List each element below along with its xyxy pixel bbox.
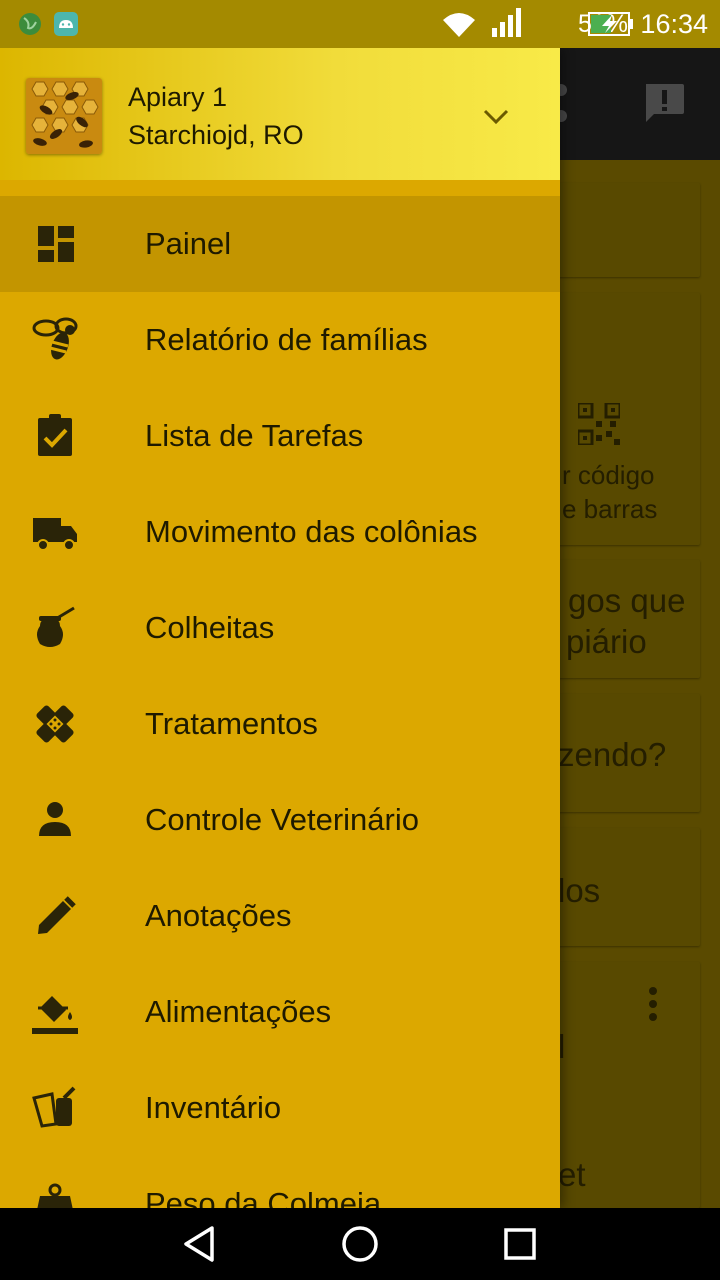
menu-item-alimentacoes[interactable]: Alimentações (0, 964, 560, 1060)
menu-item-anotacoes[interactable]: Anotações (0, 868, 560, 964)
bandage-icon (36, 705, 74, 743)
menu-item-label: Inventário (145, 1090, 282, 1125)
menu-item-inventario[interactable]: Inventário (0, 1060, 560, 1156)
smoker-icon (32, 1086, 76, 1128)
menu-item-label: Relatório de famílias (145, 322, 428, 357)
menu-item-painel[interactable]: Painel (0, 196, 560, 292)
apiary-avatar[interactable] (26, 78, 102, 154)
apiary-location: Starchiojd, RO (128, 120, 304, 150)
navigation-drawer: Apiary 1 Starchiojd, RO Painel Relatório… (0, 48, 560, 1208)
honey-pot-icon (37, 606, 75, 647)
battery-charging-icon (588, 12, 633, 36)
menu-item-colheitas[interactable]: Colheitas (0, 580, 560, 676)
clipboard-check-icon (38, 414, 72, 456)
drawer-header[interactable]: Apiary 1 Starchiojd, RO (0, 48, 560, 180)
person-icon (39, 802, 71, 836)
menu-item-label: Tratamentos (145, 706, 318, 741)
status-bar: 51% 16:34 (0, 0, 720, 48)
signal-icon (492, 8, 521, 37)
menu-item-peso-colmeia[interactable]: Peso da Colmeia (0, 1156, 560, 1208)
truck-icon (33, 518, 77, 551)
dashboard-icon (38, 226, 74, 262)
apiary-name: Apiary 1 (128, 82, 228, 112)
home-icon[interactable] (338, 1222, 382, 1266)
app-globe-icon (19, 13, 41, 35)
system-navigation-bar (0, 1208, 720, 1280)
recents-icon[interactable] (498, 1222, 542, 1266)
menu-item-label: Movimento das colônias (145, 514, 478, 549)
drawer-menu: Painel Relatório de famílias Lista de Ta… (0, 196, 560, 1208)
pencil-icon (38, 896, 76, 934)
menu-item-lista-tarefas[interactable]: Lista de Tarefas (0, 388, 560, 484)
bee-icon (32, 317, 78, 360)
paint-bucket-icon (32, 996, 78, 1034)
wifi-icon (443, 13, 475, 37)
back-icon[interactable] (178, 1222, 222, 1266)
android-icon (54, 12, 78, 36)
menu-item-label: Colheitas (145, 610, 275, 645)
weight-icon (37, 1183, 73, 1208)
menu-item-tratamentos[interactable]: Tratamentos (0, 676, 560, 772)
menu-item-label: Anotações (145, 898, 292, 933)
menu-item-controle-veterinario[interactable]: Controle Veterinário (0, 772, 560, 868)
menu-item-label: Controle Veterinário (145, 802, 419, 837)
menu-item-label: Peso da Colmeia (145, 1186, 382, 1208)
menu-item-movimento-colonias[interactable]: Movimento das colônias (0, 484, 560, 580)
menu-item-label: Alimentações (145, 994, 332, 1029)
menu-item-relatorio-familias[interactable]: Relatório de famílias (0, 292, 560, 388)
chevron-down-icon[interactable] (480, 100, 512, 132)
menu-item-label: Painel (145, 226, 232, 261)
menu-item-label: Lista de Tarefas (145, 418, 364, 453)
clock: 16:34 (640, 8, 708, 39)
